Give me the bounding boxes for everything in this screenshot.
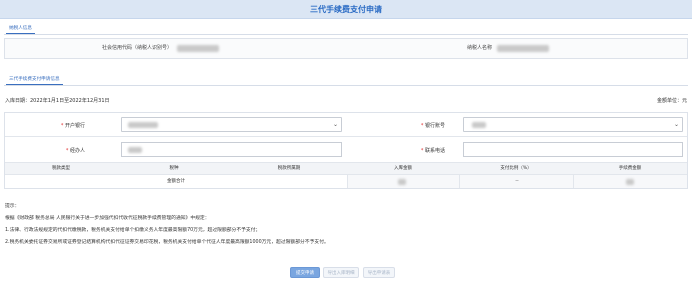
tab-taxpayer-info[interactable]: 纳税人信息 (6, 23, 35, 34)
notes-line: 1.法律、行政法规规定的代扣代缴税款，税务机关支付给单个扣缴义务人年度最高限额7… (5, 228, 261, 233)
agent-label: * 经办人 (25, 147, 85, 154)
agent-label-text: 经办人 (69, 148, 85, 154)
col-pay-ratio: 支付比例（%） (500, 166, 532, 171)
phone-input[interactable] (463, 142, 683, 157)
chevron-down-icon: ⌄ (673, 121, 679, 128)
fee-table-header: 税款类型 税种 税款所属期 入库金额 支付比例（%） 手续费金额 (5, 163, 687, 175)
bank-label: * 开户银行 (25, 122, 85, 129)
col-storage-amount: 入库金额 (394, 166, 412, 171)
col-tax-type: 税款类型 (52, 166, 70, 171)
form-row-contact: * 经办人 * 联系电话 (5, 137, 687, 163)
total-fee-amount-redacted (626, 179, 634, 185)
fee-table-total-row: 金额合计 -- (5, 175, 687, 188)
phone-label-text: 联系电话 (424, 148, 445, 154)
taxpayer-info-box: 社会信用代码（纳税人识别号） 纳税人名称 (4, 38, 688, 59)
notes-line: 2.税务机关委托证券交易所或证券登记结算机构代扣代征证券交易印花税，税务机关支付… (5, 240, 329, 245)
tab-application-info[interactable]: 三代手续费支付申请信息 (6, 74, 63, 85)
notes-title: 提示： (5, 204, 20, 209)
total-storage-amount-redacted (398, 179, 406, 185)
col-tax-period: 税款所属期 (277, 166, 301, 171)
account-label-text: 银行账号 (424, 123, 445, 129)
total-label: 金额合计 (167, 179, 185, 184)
storage-period: 入库日期：2022年1月1日至2022年12月31日 (5, 98, 110, 104)
notes: 提示： 根据《财政部 税务总局 人民银行关于进一步加强代扣代收代征税款手续费管理… (5, 204, 685, 252)
account-select[interactable]: ⌄ (463, 117, 683, 132)
credit-code-value-redacted (177, 45, 219, 52)
account-label: * 银行账号 (385, 122, 445, 129)
col-tax-kind: 税种 (169, 166, 179, 171)
page-title: 三代手续费支付申请 (0, 0, 692, 19)
amount-unit: 金额单位：元 (656, 98, 687, 104)
total-storage-amount (347, 175, 459, 188)
section-divider (4, 34, 688, 35)
total-pay-ratio-value: -- (515, 179, 519, 184)
export-application-button[interactable]: 导出申请表 (363, 267, 395, 278)
bank-label-text: 开户银行 (64, 123, 85, 129)
total-fee-amount (573, 175, 687, 188)
col-fee-amount: 手续费金额 (618, 166, 642, 171)
chevron-down-icon: ⌄ (332, 121, 338, 128)
agent-value-redacted (128, 147, 142, 153)
section-divider (4, 85, 688, 86)
taxpayer-name-label: 纳税人名称 (466, 45, 492, 51)
export-storage-detail-button[interactable]: 导出入库明细 (323, 267, 359, 278)
submit-button[interactable]: 提交申请 (290, 267, 320, 278)
account-value-redacted (472, 122, 486, 128)
bank-value-redacted (128, 122, 158, 128)
form-row-bank: * 开户银行 ⌄ * 银行账号 ⌄ (5, 113, 687, 137)
total-pay-ratio: -- (459, 175, 573, 188)
bank-select[interactable]: ⌄ (121, 117, 342, 132)
application-form-table: * 开户银行 ⌄ * 银行账号 ⌄ * 经办人 * 联系电话 税款类型 税种 税… (4, 112, 688, 189)
phone-label: * 联系电话 (385, 147, 445, 154)
agent-input[interactable] (121, 142, 342, 157)
taxpayer-name-value-redacted (497, 45, 549, 52)
credit-code-label: 社会信用代码（纳税人识别号） (101, 45, 172, 51)
notes-line: 根据《财政部 税务总局 人民银行关于进一步加强代扣代收代征税款手续费管理的通知》… (5, 216, 210, 221)
